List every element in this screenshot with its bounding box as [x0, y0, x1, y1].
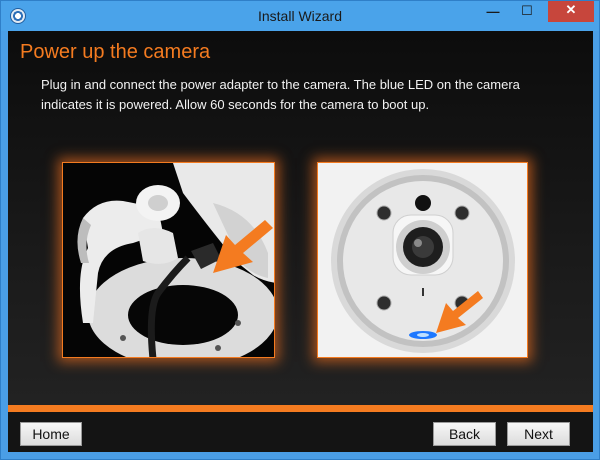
wizard-content: Power up the camera Plug in and connect …: [8, 31, 593, 405]
minimize-button[interactable]: —: [480, 1, 506, 22]
maximize-button[interactable]: ☐: [514, 1, 540, 22]
power-adapter-image: [62, 162, 275, 358]
instructions-text: Plug in and connect the power adapter to…: [41, 77, 520, 112]
camera-front-illustration: [318, 163, 527, 357]
power-adapter-illustration: [63, 163, 274, 357]
back-button[interactable]: Back: [433, 422, 496, 446]
wizard-footer: Home Back Next: [8, 412, 593, 452]
close-icon: ✕: [565, 2, 577, 17]
close-button[interactable]: ✕: [548, 1, 594, 22]
window-title: Install Wizard: [257, 8, 343, 24]
install-wizard-window: Install Wizard — ☐ ✕ Power up the camera…: [0, 0, 600, 460]
home-button[interactable]: Home: [20, 422, 82, 446]
title-bar[interactable]: Install Wizard — ☐ ✕: [1, 1, 599, 31]
next-button[interactable]: Next: [507, 422, 570, 446]
page-title: Power up the camera: [20, 41, 211, 63]
camera-led-image: [317, 162, 528, 358]
accent-divider: [8, 405, 593, 412]
maximize-icon: ☐: [521, 3, 533, 18]
minimize-icon: —: [486, 4, 500, 19]
